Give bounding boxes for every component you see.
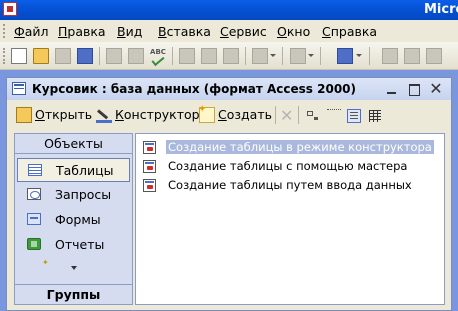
create-table-icon [143, 141, 156, 154]
app-title-bar: Micros [0, 0, 458, 20]
object-list: Создание таблицы в режиме конструктора С… [135, 133, 445, 305]
large-icons-view-icon[interactable] [305, 109, 319, 123]
menu-bar: Файл Правка Вид Вставка Сервис Окно Спра… [0, 20, 458, 42]
menu-tools[interactable]: Сервис [220, 24, 267, 39]
database-icon [12, 82, 26, 95]
create-button[interactable]: Создать [198, 104, 272, 124]
save-icon[interactable] [55, 48, 71, 64]
query-icon [27, 188, 41, 200]
design-icon [96, 107, 112, 123]
standard-toolbar: ABC [0, 42, 458, 70]
object-label: Формы [55, 212, 101, 227]
create-new-icon [198, 104, 215, 123]
open-button[interactable]: Открыть [16, 106, 92, 124]
toolbar-separator [172, 47, 173, 65]
menu-view[interactable]: Вид [117, 24, 142, 39]
office-links-dropdown-icon[interactable] [308, 54, 314, 57]
create-table-icon [143, 160, 156, 173]
minimize-button[interactable] [383, 81, 401, 97]
print-icon[interactable] [106, 48, 122, 64]
list-item-label: Создание таблицы путем ввода данных [168, 178, 412, 192]
menu-insert[interactable]: Вставка [158, 24, 211, 39]
toolbar-separator [320, 47, 321, 65]
toolbar-separator [99, 47, 100, 65]
file-search-icon[interactable] [77, 48, 93, 64]
database-window-title: Курсовик : база данных (формат Access 20… [32, 82, 357, 96]
database-window-title-bar[interactable]: Курсовик : база данных (формат Access 20… [7, 78, 451, 100]
toolbar-separator [245, 47, 246, 65]
undo-dropdown-icon[interactable] [270, 54, 276, 57]
menu-edit[interactable]: Правка [58, 24, 106, 39]
toolbar-grip-handle[interactable] [3, 48, 6, 64]
table-icon [28, 164, 42, 176]
office-links-icon[interactable] [290, 48, 306, 64]
report-icon [27, 238, 41, 250]
analyze-icon[interactable] [337, 48, 353, 64]
list-item-label: Создание таблицы в режиме конструктора [166, 140, 434, 154]
form-icon [27, 213, 41, 225]
pages-icon[interactable]: ✦ [42, 258, 49, 267]
menu-help[interactable]: Справка [322, 24, 377, 39]
undo-icon[interactable] [252, 48, 268, 64]
close-icon[interactable]: ✕ [427, 81, 445, 97]
menu-grip-handle[interactable] [3, 24, 6, 38]
toolbar-separator [369, 47, 370, 65]
menu-window[interactable]: Окно [277, 24, 310, 39]
design-button[interactable]: Конструктор [96, 106, 200, 124]
list-item-label: Создание таблицы с помощью мастера [168, 159, 408, 173]
details-view-icon[interactable] [368, 109, 382, 123]
list-view-icon[interactable] [347, 109, 361, 123]
paste-icon[interactable] [223, 48, 239, 64]
create-table-icon [143, 179, 156, 192]
app-name: Micros [424, 2, 458, 17]
maximize-button[interactable] [405, 81, 423, 97]
database-window: Курсовик : база данных (формат Access 20… [6, 77, 452, 311]
object-label: Запросы [55, 187, 112, 202]
open-folder-icon[interactable] [33, 48, 49, 64]
design-button-label: Конструктор [115, 107, 200, 122]
object-forms[interactable]: Формы [17, 208, 130, 232]
object-queries[interactable]: Запросы [17, 183, 130, 207]
new-document-icon[interactable] [11, 48, 27, 64]
scroll-down-chevron-icon[interactable] [71, 266, 77, 270]
print-preview-icon[interactable] [128, 48, 144, 64]
code-icon[interactable] [382, 48, 398, 64]
small-icons-view-icon[interactable] [327, 109, 341, 123]
toolbar-separator [298, 106, 299, 124]
access-app-icon[interactable] [3, 2, 17, 16]
menu-file[interactable]: Файл [14, 24, 49, 39]
open-icon [16, 107, 32, 123]
delete-icon[interactable]: ✕ [280, 108, 294, 124]
groups-header-button[interactable]: Группы [15, 284, 132, 304]
relationships-icon[interactable] [426, 48, 442, 64]
properties-icon[interactable] [404, 48, 420, 64]
database-window-toolbar: Открыть Конструктор Создать ✕ [7, 100, 451, 128]
objects-bar: Объекты Таблицы Запросы Формы Отчеты ✦ Г… [14, 133, 133, 305]
spell-check-icon[interactable]: ABC [150, 48, 166, 64]
create-button-label: Создать [218, 107, 272, 122]
toolbar-separator [275, 106, 276, 124]
object-label: Таблицы [56, 163, 114, 178]
cut-icon[interactable] [179, 48, 195, 64]
copy-icon[interactable] [201, 48, 217, 64]
toolbar-separator [282, 47, 283, 65]
open-button-label: Открыть [35, 107, 93, 122]
object-label: Отчеты [55, 237, 105, 252]
analyze-dropdown-icon[interactable] [356, 54, 362, 57]
object-tables[interactable]: Таблицы [17, 158, 130, 182]
objects-header-button[interactable]: Объекты [15, 134, 132, 154]
object-reports[interactable]: Отчеты [17, 233, 130, 257]
